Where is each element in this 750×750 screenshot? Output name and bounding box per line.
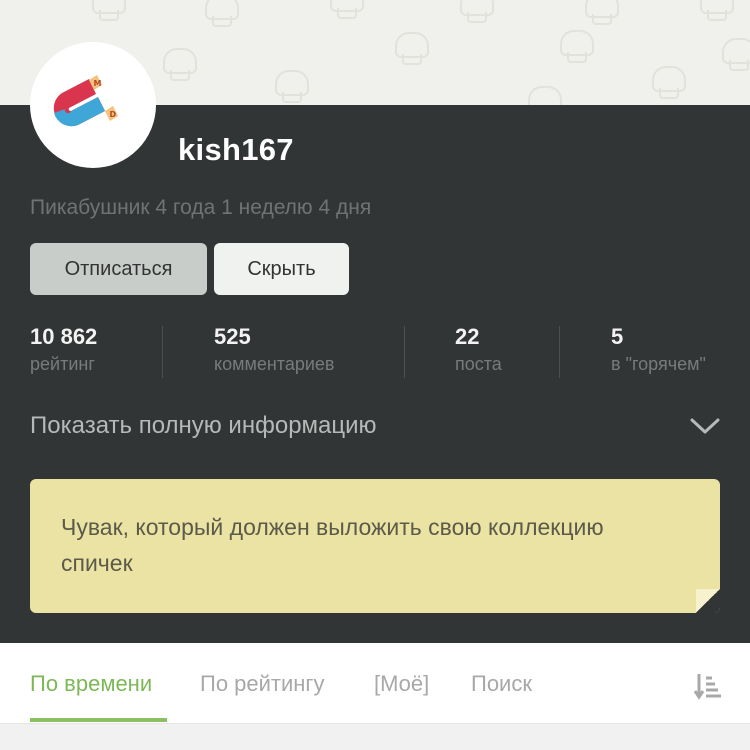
stat-label: в "горячем": [611, 354, 706, 374]
show-full-info-label: Показать полную информацию: [30, 412, 377, 439]
note-corner-fold: [696, 589, 720, 613]
content-area-start: [0, 725, 750, 750]
stats-row: 10 862 рейтинг 525 комментариев 22 поста…: [0, 322, 750, 382]
avatar[interactable]: M D: [30, 42, 156, 168]
username: kish167: [178, 132, 294, 167]
stat-divider: [404, 326, 405, 378]
sort-icon[interactable]: [694, 672, 722, 700]
stat-divider: [162, 326, 163, 378]
stat-divider: [559, 326, 560, 378]
tab-by-rating[interactable]: По рейтингу: [200, 671, 324, 697]
stat-label: комментариев: [214, 354, 335, 374]
magnet-icon: M D: [53, 75, 118, 127]
profile-note: Чувак, который должен выложить свою колл…: [30, 479, 720, 613]
stat-value: 10 862: [30, 324, 98, 349]
tab-by-time[interactable]: По времени: [30, 671, 152, 697]
stat-label: поста: [455, 354, 502, 374]
stat-value: 525: [214, 324, 251, 349]
tab-search[interactable]: Поиск: [471, 671, 532, 697]
posts-tabs: По времени По рейтингу [Моё] Поиск: [0, 643, 750, 724]
unsubscribe-button[interactable]: Отписаться: [30, 243, 207, 295]
stat-rating[interactable]: 10 862 рейтинг: [30, 322, 97, 376]
note-text: Чувак, который должен выложить свою колл…: [61, 514, 604, 576]
stat-value: 22: [455, 324, 480, 349]
stat-hot[interactable]: 5 в "горячем": [611, 322, 706, 376]
stat-value: 5: [611, 324, 624, 349]
show-full-info-toggle[interactable]: Показать полную информацию: [30, 408, 720, 444]
stat-comments[interactable]: 525 комментариев: [214, 322, 334, 376]
active-tab-indicator: [30, 718, 167, 722]
stat-posts[interactable]: 22 поста: [455, 322, 502, 376]
stat-label: рейтинг: [30, 354, 95, 374]
chevron-down-icon: [690, 418, 720, 434]
magnet-letter-d: D: [110, 110, 117, 119]
hide-button[interactable]: Скрыть: [214, 243, 349, 295]
magnet-letter-m: M: [94, 79, 102, 88]
member-since: Пикабушник 4 года 1 неделю 4 дня: [30, 196, 372, 219]
tab-mine[interactable]: [Моё]: [374, 671, 429, 697]
